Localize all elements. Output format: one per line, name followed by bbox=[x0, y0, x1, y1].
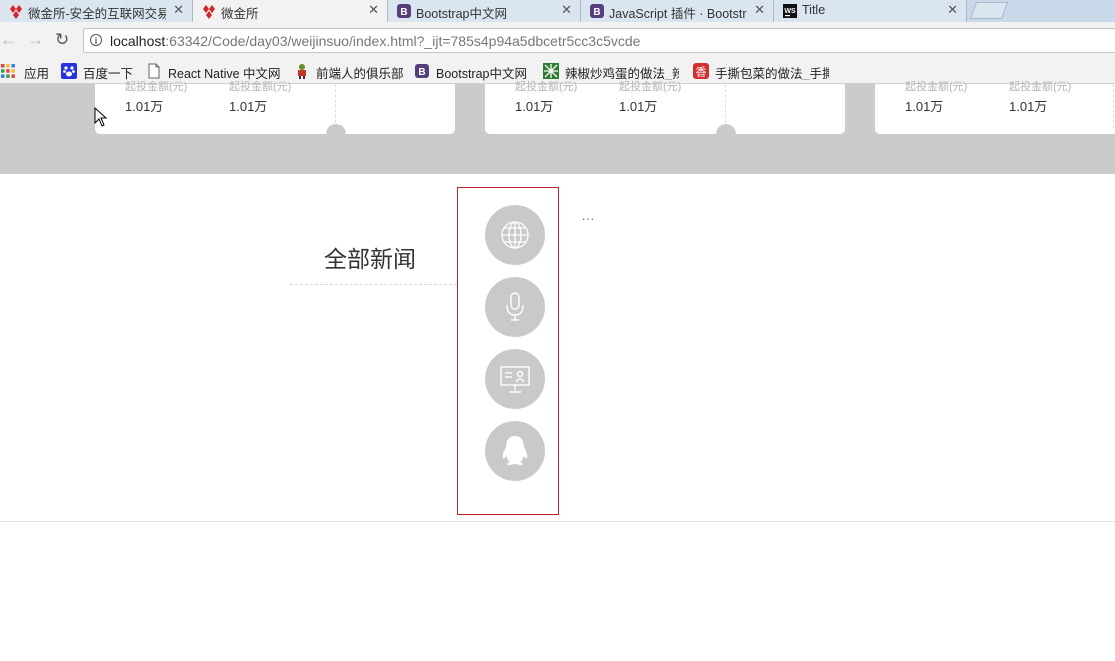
min-invest-value: 1.01万 bbox=[905, 99, 944, 114]
tab-title: 微金所-安全的互联网交易 bbox=[28, 7, 166, 21]
webstorm-icon: WS bbox=[783, 4, 797, 18]
tab-bootstrap-cn[interactable]: B Bootstrap中文网 ✕ bbox=[388, 0, 581, 22]
baidu-paw-icon bbox=[61, 63, 77, 79]
news-category-presentation[interactable] bbox=[485, 349, 545, 409]
url-host: localhost bbox=[110, 33, 166, 49]
wjs-logo-icon bbox=[10, 5, 22, 19]
tab-weijinsuo-home[interactable]: 微金所-安全的互联网交易 ✕ bbox=[0, 0, 193, 22]
tab-title: Bootstrap中文网 bbox=[416, 7, 508, 21]
tab-close-icon[interactable]: ✕ bbox=[173, 2, 184, 18]
min-invest-caption: 起投金额(元) bbox=[125, 81, 188, 93]
card-divider bbox=[335, 84, 336, 128]
url-text[interactable]: localhost:63342/Code/day03/weijinsuo/ind… bbox=[110, 33, 640, 49]
min-invest-value: 1.01万 bbox=[619, 99, 658, 114]
news-category-globe[interactable] bbox=[485, 205, 545, 265]
news-title-divider bbox=[290, 284, 457, 285]
svg-text:WS: WS bbox=[784, 8, 796, 15]
tab-close-icon[interactable]: ✕ bbox=[947, 2, 958, 18]
tab-close-icon[interactable]: ✕ bbox=[561, 2, 572, 18]
product-card[interactable]: 起投金额(元) 1.01万 起投金额(元) 1.01万 bbox=[485, 81, 845, 144]
new-tab-button[interactable] bbox=[969, 2, 1009, 19]
club-icon bbox=[298, 64, 306, 79]
svg-text:香: 香 bbox=[696, 66, 707, 79]
bookmark-label: 应用 bbox=[24, 67, 50, 81]
min-invest-caption: 起投金额(元) bbox=[905, 81, 968, 93]
page-icon bbox=[148, 63, 160, 79]
min-invest-value: 1.01万 bbox=[515, 99, 554, 114]
qq-penguin-icon bbox=[502, 436, 528, 465]
microphone-icon bbox=[506, 292, 524, 321]
apps-grid-icon bbox=[1, 64, 15, 78]
xiangha-icon: 香 bbox=[693, 63, 709, 79]
address-bar[interactable]: i localhost:63342/Code/day03/weijinsuo/i… bbox=[83, 28, 1115, 53]
product-card[interactable]: 起投金额(元) 1.01万 起投金额(元) 1.01万 bbox=[95, 81, 455, 144]
tab-title: Title bbox=[802, 3, 826, 17]
bootstrap-icon: B bbox=[397, 4, 411, 18]
min-invest-value: 1.01万 bbox=[125, 99, 164, 114]
tab-close-icon[interactable]: ✕ bbox=[754, 2, 765, 18]
section-divider bbox=[0, 521, 1115, 522]
tab-title: JavaScript 插件 · Bootstrap bbox=[609, 7, 747, 21]
bookmark-label: 手撕包菜的做法_手撕 bbox=[715, 67, 829, 80]
svg-text:B: B bbox=[418, 67, 425, 78]
card-divider bbox=[725, 84, 726, 128]
min-invest-value: 1.01万 bbox=[1009, 99, 1048, 114]
presentation-icon bbox=[500, 366, 530, 393]
tab-weijinsuo[interactable]: 微金所 ✕ bbox=[193, 0, 388, 22]
tab-bootstrap-js[interactable]: B JavaScript 插件 · Bootstrap ✕ bbox=[581, 0, 774, 22]
min-invest-value: 1.01万 bbox=[229, 99, 268, 114]
news-category-list bbox=[457, 187, 559, 515]
back-button[interactable]: ← bbox=[0, 31, 17, 49]
news-list-ellipsis: ... bbox=[582, 209, 596, 223]
min-invest-caption: 起投金额(元) bbox=[619, 81, 682, 93]
forward-button[interactable]: → bbox=[27, 31, 44, 49]
tab-title-page[interactable]: WS Title ✕ bbox=[774, 0, 967, 22]
min-invest-caption: 起投金额(元) bbox=[515, 81, 578, 93]
globe-icon bbox=[501, 221, 529, 249]
info-icon[interactable]: i bbox=[90, 34, 102, 46]
bookmark-recipe-cabbage[interactable]: 香 手撕包菜的做法_手撕 bbox=[693, 62, 829, 80]
news-section-title: 全部新闻 bbox=[324, 246, 416, 272]
svg-text:B: B bbox=[400, 7, 407, 18]
min-invest-caption: 起投金额(元) bbox=[229, 81, 292, 93]
reload-button[interactable]: ↻ bbox=[55, 31, 69, 49]
product-card[interactable]: 起投金额(元) 1.01万 起投金额(元) 1.01万 bbox=[875, 81, 1115, 134]
tab-strip: 微金所-安全的互联网交易 ✕ 微金所 ✕ B Bootstrap中文网 ✕ B … bbox=[0, 0, 1115, 22]
mouse-cursor-icon bbox=[94, 107, 108, 127]
tab-close-icon[interactable]: ✕ bbox=[368, 2, 379, 18]
bookmark-label: 前端人的俱乐部 bbox=[316, 67, 404, 81]
bootstrap-icon: B bbox=[590, 4, 604, 18]
url-path: :63342/Code/day03/weijinsuo/index.html?_… bbox=[165, 33, 641, 49]
address-toolbar: ← → ↻ i localhost:63342/Code/day03/weiji… bbox=[0, 22, 1115, 59]
card-divider bbox=[1113, 84, 1114, 128]
wjs-logo-icon bbox=[203, 5, 215, 19]
bootstrap-icon: B bbox=[415, 64, 429, 78]
recipe-icon bbox=[543, 63, 559, 79]
min-invest-caption: 起投金额(元) bbox=[1009, 81, 1072, 93]
card-notch bbox=[326, 124, 346, 144]
svg-text:B: B bbox=[593, 7, 600, 18]
tab-title: 微金所 bbox=[221, 7, 259, 21]
news-category-audio[interactable] bbox=[485, 277, 545, 337]
news-category-qq[interactable] bbox=[485, 421, 545, 481]
bookmark-label: Bootstrap中文网 bbox=[436, 67, 528, 81]
card-notch bbox=[716, 124, 736, 144]
